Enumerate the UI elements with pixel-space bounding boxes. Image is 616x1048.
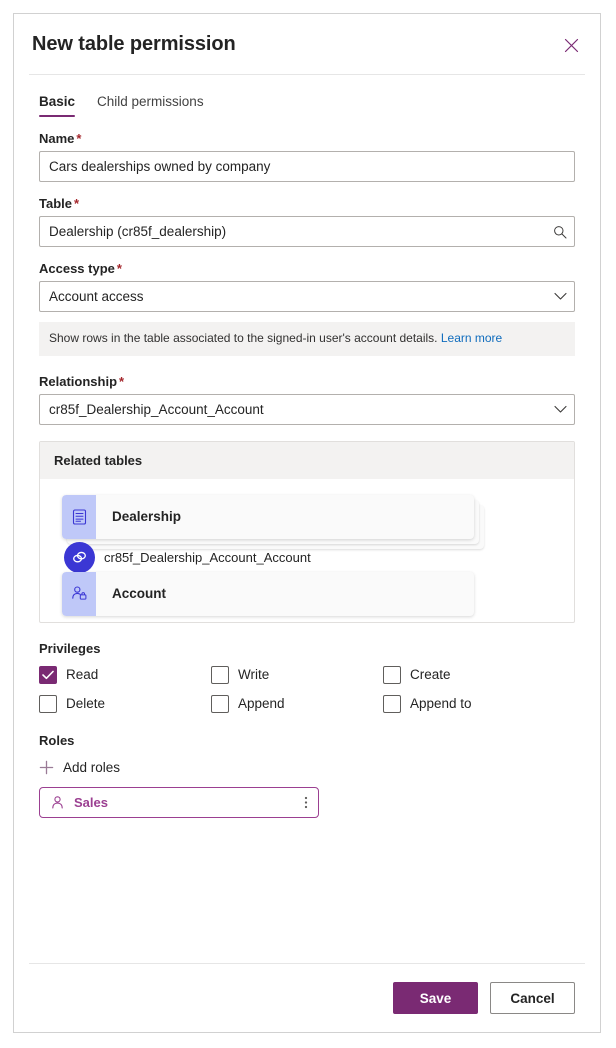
relationship-expand-button[interactable] bbox=[546, 405, 574, 414]
field-access-type: Access type * Account access Show rows in… bbox=[39, 261, 575, 356]
privilege-append-to-label: Append to bbox=[410, 696, 472, 712]
field-relationship: Relationship * cr85f_Dealership_Account_A… bbox=[39, 374, 575, 425]
role-chip-sales[interactable]: Sales bbox=[39, 786, 319, 818]
privilege-append[interactable]: Append bbox=[211, 694, 383, 713]
privilege-write-label: Write bbox=[238, 667, 270, 683]
link-icon-glyph bbox=[73, 551, 86, 563]
privilege-delete-checkbox[interactable] bbox=[39, 694, 57, 713]
access-type-hint-text: Show rows in the table associated to the… bbox=[49, 331, 438, 345]
relationship-value: cr85f_Dealership_Account_Account bbox=[49, 401, 264, 417]
target-table-card[interactable]: Account bbox=[62, 571, 474, 616]
privileges-grid: Read Write Create Delete Append Append t… bbox=[39, 665, 575, 713]
cancel-button[interactable]: Cancel bbox=[490, 982, 575, 1014]
add-roles-button[interactable]: Add roles bbox=[39, 760, 120, 775]
roles-label: Roles bbox=[39, 732, 75, 748]
table-label: Table * bbox=[39, 196, 80, 211]
privilege-append-to-checkbox[interactable] bbox=[383, 694, 401, 713]
chevron-down-icon bbox=[553, 292, 567, 300]
table-input[interactable]: Dealership (cr85f_dealership) bbox=[39, 216, 575, 247]
name-input[interactable]: Cars dealerships owned by company bbox=[39, 151, 575, 182]
privilege-delete-label: Delete bbox=[66, 696, 106, 712]
dialog-body: Name * Cars dealerships owned by company … bbox=[14, 117, 600, 963]
name-label: Name * bbox=[39, 131, 82, 146]
save-button[interactable]: Save bbox=[393, 982, 478, 1014]
table-icon-glyph bbox=[72, 509, 86, 525]
related-tables-header: Related tables bbox=[40, 441, 574, 479]
close-icon bbox=[564, 38, 578, 52]
table-icon bbox=[62, 494, 96, 539]
privilege-create-checkbox[interactable] bbox=[383, 665, 401, 684]
chevron-down-icon bbox=[553, 405, 567, 413]
privilege-append-label: Append bbox=[238, 696, 285, 712]
related-tables-panel: Related tables Dealership cr85f_Dealersh… bbox=[39, 440, 575, 623]
access-type-expand-button[interactable] bbox=[546, 292, 574, 301]
privilege-write[interactable]: Write bbox=[211, 665, 383, 684]
checkmark-icon bbox=[42, 670, 54, 679]
relationship-node-label: cr85f_Dealership_Account_Account bbox=[104, 549, 311, 565]
new-table-permission-dialog: New table permission Basic Child permiss… bbox=[13, 13, 601, 1033]
table-input-value: Dealership (cr85f_dealership) bbox=[49, 224, 227, 239]
more-vertical-icon-glyph bbox=[304, 796, 308, 808]
required-marker: * bbox=[76, 131, 82, 146]
more-vertical-icon[interactable] bbox=[304, 795, 308, 810]
dialog-footer: Save Cancel bbox=[14, 964, 600, 1032]
page-title: New table permission bbox=[32, 32, 236, 55]
link-icon bbox=[64, 541, 95, 573]
target-table-node[interactable]: Account bbox=[62, 571, 474, 616]
required-marker: * bbox=[74, 196, 80, 211]
source-table-card[interactable]: Dealership bbox=[62, 494, 474, 539]
privilege-write-checkbox[interactable] bbox=[211, 665, 229, 684]
required-marker: * bbox=[116, 261, 122, 276]
tab-list: Basic Child permissions bbox=[14, 75, 600, 117]
relationship-dropdown[interactable]: cr85f_Dealership_Account_Account bbox=[39, 393, 575, 425]
access-type-dropdown[interactable]: Account access bbox=[39, 281, 575, 312]
privilege-read-checkbox[interactable] bbox=[39, 665, 57, 684]
account-contact-icon bbox=[62, 571, 96, 616]
search-icon bbox=[554, 225, 567, 238]
add-roles-label: Add roles bbox=[63, 759, 121, 775]
person-icon bbox=[52, 795, 63, 809]
privilege-read[interactable]: Read bbox=[39, 665, 211, 684]
target-table-label: Account bbox=[112, 586, 166, 602]
learn-more-link[interactable]: Learn more bbox=[441, 331, 502, 345]
plus-icon bbox=[39, 760, 54, 774]
source-table-node[interactable]: Dealership bbox=[62, 494, 484, 549]
required-marker: * bbox=[119, 373, 125, 389]
source-table-label: Dealership bbox=[112, 509, 182, 525]
privilege-create-label: Create bbox=[410, 667, 451, 683]
related-tables-diagram: Dealership cr85f_Dealership_Account_Acco… bbox=[40, 479, 574, 622]
field-table: Table * Dealership (cr85f_dealership) bbox=[39, 196, 575, 247]
tab-child-permissions[interactable]: Child permissions bbox=[97, 94, 204, 117]
privilege-create[interactable]: Create bbox=[383, 665, 555, 684]
table-search-button[interactable] bbox=[546, 225, 574, 239]
role-chip-label: Sales bbox=[74, 794, 108, 810]
access-type-hint: Show rows in the table associated to the… bbox=[39, 322, 575, 356]
account-contact-icon-glyph bbox=[71, 586, 86, 600]
privilege-append-to[interactable]: Append to bbox=[383, 694, 555, 713]
access-type-label: Access type * bbox=[39, 261, 122, 276]
dialog-header: New table permission bbox=[14, 14, 600, 74]
privileges-label: Privileges bbox=[39, 640, 101, 656]
close-button[interactable] bbox=[556, 30, 586, 60]
name-input-value: Cars dealerships owned by company bbox=[49, 159, 271, 174]
field-name: Name * Cars dealerships owned by company bbox=[39, 131, 575, 182]
access-type-value: Account access bbox=[49, 289, 144, 304]
relationship-node[interactable]: cr85f_Dealership_Account_Account bbox=[64, 541, 311, 573]
relationship-label: Relationship * bbox=[39, 373, 125, 389]
privilege-delete[interactable]: Delete bbox=[39, 694, 211, 713]
privilege-read-label: Read bbox=[66, 667, 99, 683]
tab-basic[interactable]: Basic bbox=[39, 94, 76, 117]
privilege-append-checkbox[interactable] bbox=[211, 694, 229, 713]
